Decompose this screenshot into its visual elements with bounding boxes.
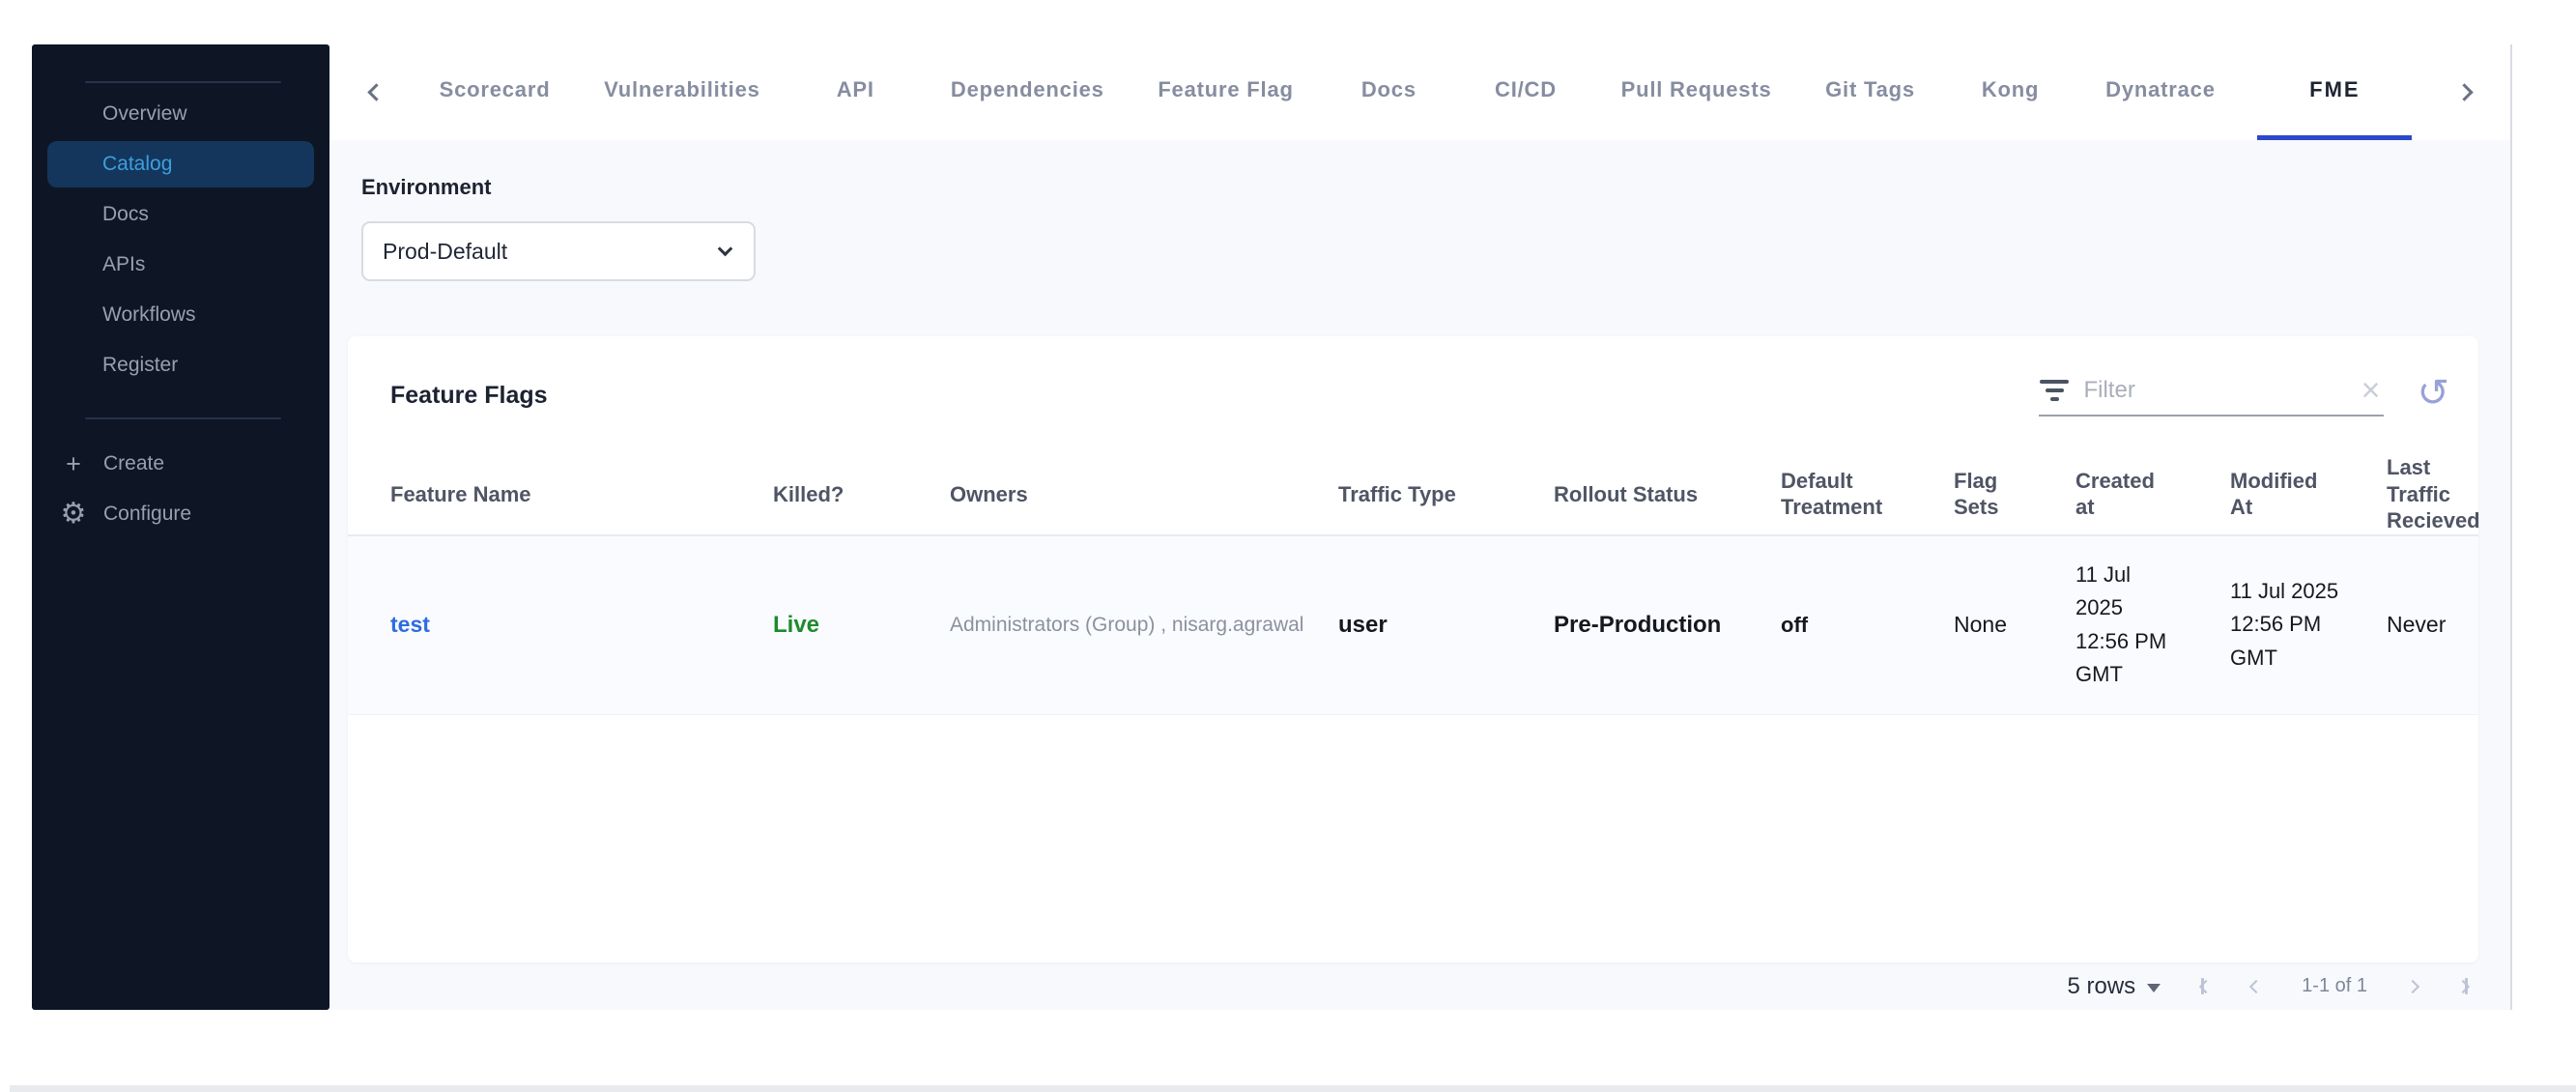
gear-icon: ⚙	[60, 498, 87, 530]
tabs-scroll-right-button[interactable]	[2443, 44, 2485, 140]
page-range: 1-1 of 1	[2302, 975, 2367, 996]
environment-label: Environment	[361, 175, 492, 199]
column-header-modified-at[interactable]: Modified At	[2230, 468, 2387, 521]
sidebar-item-label: Docs	[102, 203, 149, 225]
killed-status: Live	[773, 611, 820, 638]
column-header-created-at[interactable]: Created at	[2075, 468, 2230, 521]
column-header-killed[interactable]: Killed?	[773, 481, 950, 508]
rollout-status-cell: Pre-Production	[1554, 611, 1722, 638]
column-header-rollout-status[interactable]: Rollout Status	[1554, 481, 1781, 508]
sidebar-item-label: Register	[102, 354, 179, 376]
tab-feature-flag[interactable]: Feature Flag	[1146, 44, 1304, 140]
first-page-button[interactable]	[2199, 978, 2214, 994]
sidebar-item-label: APIs	[102, 253, 146, 275]
environment-section: Environment Prod-Default	[361, 175, 756, 281]
sidebar-item-label: Overview	[102, 102, 187, 125]
sidebar-actions: + Create ⚙ Configure	[32, 439, 329, 539]
sidebar-item-overview[interactable]: Overview	[32, 89, 329, 139]
column-header-default-treatment[interactable]: Default Treatment	[1781, 468, 1954, 521]
last-traffic-recieved-cell: Never	[2387, 612, 2447, 637]
rows-per-page-select[interactable]: 5 rows	[2067, 973, 2161, 1000]
caret-down-icon	[2147, 983, 2161, 992]
column-header-traffic-type[interactable]: Traffic Type	[1338, 481, 1554, 508]
sidebar-item-docs[interactable]: Docs	[32, 189, 329, 240]
column-header-owners[interactable]: Owners	[950, 481, 1338, 508]
traffic-type-cell: user	[1338, 611, 1388, 638]
sidebar-item-create[interactable]: + Create	[32, 439, 329, 489]
sidebar-item-configure[interactable]: ⚙ Configure	[32, 489, 329, 539]
vertical-scrollbar[interactable]	[2510, 44, 2512, 1010]
sidebar-item-apis[interactable]: APIs	[32, 240, 329, 290]
chevron-right-icon	[2405, 979, 2420, 993]
sidebar-item-register[interactable]: Register	[32, 340, 329, 390]
entity-tabbar: Scorecard Vulnerabilities API Dependenci…	[329, 44, 2510, 140]
feature-flags-panel: Feature Flags × ↺ Feature Name Killed? O…	[348, 336, 2480, 963]
tab-dependencies[interactable]: Dependencies	[939, 44, 1116, 140]
sidebar-item-catalog[interactable]: Catalog	[47, 141, 314, 187]
column-header-last-traffic-recieved[interactable]: Last Traffic Recieved	[2387, 454, 2480, 534]
next-page-button[interactable]	[2405, 979, 2420, 993]
sidebar-divider-top	[85, 81, 281, 83]
sidebar-nav: Overview Catalog Docs APIs Workflows Reg…	[32, 89, 329, 390]
created-at-cell: 11 Jul 2025 12:56 PM GMT	[2075, 562, 2167, 686]
default-treatment-cell: off	[1781, 612, 1809, 637]
filter-field: ×	[2039, 374, 2385, 417]
tab-api[interactable]: API	[802, 44, 908, 140]
fme-tab-content: Environment Prod-Default Feature Flags ×…	[329, 140, 2510, 1010]
pagination-bar: 5 rows 1-1 of 1	[2067, 963, 2471, 1010]
chevron-down-icon	[717, 241, 733, 256]
flag-sets-cell: None	[1954, 612, 2007, 637]
modified-at-cell: 11 Jul 2025 12:56 PM GMT	[2230, 579, 2339, 670]
filter-icon	[2039, 380, 2070, 401]
tab-pull-requests[interactable]: Pull Requests	[1610, 44, 1784, 140]
tab-git-tags[interactable]: Git Tags	[1814, 44, 1927, 140]
environment-selected-value: Prod-Default	[383, 238, 508, 264]
column-header-feature-name[interactable]: Feature Name	[390, 481, 773, 508]
prev-page-button[interactable]	[2249, 979, 2264, 993]
tab-vulnerabilities[interactable]: Vulnerabilities	[592, 44, 772, 140]
panel-header: Feature Flags × ↺	[348, 336, 2478, 454]
feature-name-link[interactable]: test	[390, 612, 773, 638]
clear-filter-icon[interactable]: ×	[2358, 374, 2385, 407]
chevron-left-icon	[366, 83, 386, 101]
last-page-button[interactable]	[2455, 978, 2471, 994]
plus-icon: +	[66, 448, 81, 478]
tab-dynatrace[interactable]: Dynatrace	[2094, 44, 2227, 140]
column-header-flag-sets[interactable]: Flag Sets	[1954, 468, 2075, 521]
environment-select[interactable]: Prod-Default	[361, 221, 756, 281]
tab-cicd[interactable]: CI/CD	[1473, 44, 1579, 140]
filter-input[interactable]	[2083, 377, 2344, 404]
sidebar-item-workflows[interactable]: Workflows	[32, 290, 329, 340]
horizontal-scrollbar[interactable]	[10, 1085, 2576, 1092]
tab-kong[interactable]: Kong	[1958, 44, 2064, 140]
tab-scorecard[interactable]: Scorecard	[428, 44, 562, 140]
tab-docs[interactable]: Docs	[1335, 44, 1442, 140]
table-header-row: Feature Name Killed? Owners Traffic Type…	[348, 454, 2480, 536]
tabs-scroll-left-button[interactable]	[355, 44, 397, 140]
rows-per-page-value: 5 rows	[2067, 972, 2136, 999]
table-row[interactable]: test Live Administrators (Group) , nisar…	[348, 535, 2478, 715]
chevron-left-icon	[2249, 979, 2264, 993]
panel-title: Feature Flags	[390, 381, 548, 409]
sidebar-divider-bottom	[85, 417, 281, 419]
tab-fme[interactable]: FME	[2257, 44, 2413, 140]
page: Overview Catalog Docs APIs Workflows Reg…	[0, 0, 2576, 1092]
owners-cell: Administrators (Group) , nisarg.agrawal	[950, 613, 1304, 636]
chevron-right-icon	[2454, 83, 2474, 101]
sidebar-action-label: Create	[103, 452, 165, 474]
refresh-icon[interactable]: ↺	[2417, 374, 2449, 413]
sidebar: Overview Catalog Docs APIs Workflows Reg…	[32, 44, 329, 1010]
sidebar-item-label: Workflows	[102, 303, 196, 326]
sidebar-action-label: Configure	[103, 503, 192, 525]
sidebar-item-label: Catalog	[102, 153, 173, 175]
